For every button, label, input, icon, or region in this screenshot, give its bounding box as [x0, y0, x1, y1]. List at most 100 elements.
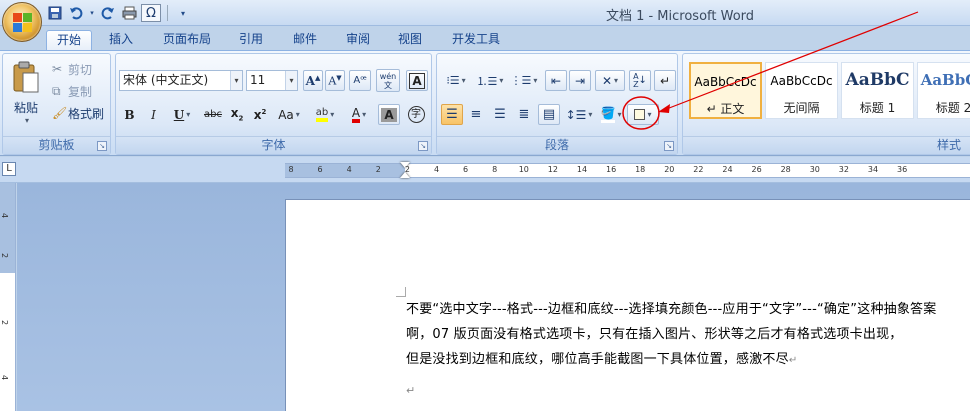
font-color-button[interactable]: A ▾	[344, 104, 374, 125]
cut-button[interactable]: ✂ 剪切	[51, 60, 107, 78]
bullets-icon: ⁝☰	[446, 74, 460, 87]
italic-button[interactable]: I	[143, 104, 164, 125]
highlight-button[interactable]: ab ▾	[309, 104, 341, 125]
bold-button[interactable]: B	[119, 104, 140, 125]
tab-home[interactable]: 开始	[46, 30, 92, 51]
paragraph-launcher-icon[interactable]: ↘	[664, 141, 674, 151]
scissors-icon: ✂	[52, 62, 63, 76]
superscript-button[interactable]: x2	[250, 104, 270, 125]
vertical-ruler-tick-label: 2	[0, 252, 10, 259]
document-line-3: 但是没找到边框和底纹，哪位高手能截图一下具体位置，感激不尽	[406, 352, 789, 367]
ruler-tick-label: 8	[492, 165, 498, 174]
font-color-icon: A	[351, 107, 361, 123]
ruler-tick-label: 32	[838, 165, 849, 174]
font-size-value: 11	[250, 73, 266, 87]
ruler-row: L 8 6 4 2 2 4 6 8 10 12 14 16 18 20 22 24 26 28 30 32 34 36	[0, 157, 970, 183]
ruler-tick-label: 20	[664, 165, 675, 174]
decrease-indent-button[interactable]: ⇤	[545, 70, 567, 91]
tab-selector-icon[interactable]: L	[2, 162, 16, 176]
font-name-value: 宋体 (中文正文)	[123, 73, 209, 87]
style-heading-2[interactable]: AaBbCc 标题 2	[917, 62, 970, 119]
office-button[interactable]	[2, 2, 42, 42]
show-marks-button[interactable]: ↵	[654, 70, 676, 91]
style-sample-heading-1: AaBbC	[845, 70, 910, 90]
shrink-font-button[interactable]: A▼	[325, 70, 345, 91]
copy-button[interactable]: ⧉ 复制	[51, 82, 107, 100]
style-normal[interactable]: AaBbCcDc ↵ 正文	[689, 62, 762, 119]
line-spacing-button[interactable]: ↕☰ ▾	[563, 104, 595, 125]
ruler-tick-label: 24	[722, 165, 733, 174]
strikethrough-button[interactable]: abc	[201, 104, 225, 125]
phonetic-guide-button[interactable]: wén 文	[376, 69, 400, 92]
align-center-button[interactable]: ≡	[465, 104, 487, 125]
grow-font-icon: A▲	[305, 73, 321, 88]
empty-paragraph-mark: ↵	[406, 384, 416, 397]
align-left-button[interactable]: ☰	[441, 104, 463, 125]
grow-font-button[interactable]: A▲	[303, 70, 323, 91]
format-painter-button[interactable]: 🖌 格式刷	[51, 104, 109, 122]
document-line-1: 不要“选中文字---格式---边框和底纹---选择填充颜色---应用于“文字”-…	[406, 302, 937, 317]
ruler-tick-label: 2	[375, 165, 381, 174]
font-name-dropdown-icon[interactable]: ▾	[230, 71, 242, 90]
tab-page-layout[interactable]: 页面布局	[152, 30, 222, 50]
numbering-icon: ⒈☰	[476, 74, 498, 88]
underline-dropdown-icon: ▾	[186, 110, 191, 119]
ruler-tick-label: 18	[635, 165, 646, 174]
vertical-ruler[interactable]: 4 2 2 4	[0, 183, 16, 411]
vertical-ruler-tick-label: 4	[0, 374, 10, 381]
sort-button[interactable]: A Z ↓	[629, 70, 651, 91]
line-spacing-dropdown-icon: ▾	[588, 110, 593, 119]
style-no-spacing[interactable]: AaBbCcDc 无间隔	[765, 62, 838, 119]
numbering-button[interactable]: ⒈☰ ▾	[475, 70, 505, 91]
tab-view[interactable]: 视图	[389, 30, 431, 50]
character-shading-button[interactable]: A	[378, 104, 400, 125]
increase-indent-icon: ⇥	[574, 73, 586, 88]
change-case-button[interactable]: Aa ▾	[273, 104, 305, 125]
shrink-font-icon: A▼	[328, 73, 342, 88]
decrease-indent-icon: ⇤	[550, 73, 562, 88]
borders-dropdown-icon: ▾	[647, 110, 652, 119]
ruler-tick-label: 28	[780, 165, 791, 174]
font-size-select[interactable]: 11 ▾	[246, 70, 298, 91]
increase-indent-button[interactable]: ⇥	[569, 70, 591, 91]
document-body[interactable]: 不要“选中文字---格式---边框和底纹---选择填充颜色---应用于“文字”-…	[406, 297, 951, 373]
tab-review[interactable]: 审阅	[337, 30, 379, 50]
chinese-layout-button[interactable]: ✕ ▾	[595, 70, 625, 91]
multilevel-list-button[interactable]: ⋮☰ ▾	[509, 70, 539, 91]
font-size-dropdown-icon[interactable]: ▾	[285, 71, 297, 90]
tab-mailings[interactable]: 邮件	[284, 30, 326, 50]
align-right-button[interactable]: ☰	[489, 104, 511, 125]
bullets-button[interactable]: ⁝☰ ▾	[441, 70, 471, 91]
font-name-select[interactable]: 宋体 (中文正文) ▾	[119, 70, 243, 91]
margin-corner-mark	[396, 287, 406, 297]
borders-button[interactable]: ▾	[627, 104, 659, 125]
clear-format-button[interactable]: Aꟹ	[349, 70, 371, 91]
style-name-no-spacing: 无间隔	[783, 101, 820, 115]
justify-button[interactable]: ≣	[513, 104, 535, 125]
underline-button[interactable]: U ▾	[167, 104, 197, 125]
superscript-icon: x2	[253, 107, 267, 122]
shading-button[interactable]: 🪣 ▾	[597, 104, 625, 125]
highlight-icon: ab	[315, 107, 329, 122]
distributed-button[interactable]: ▤	[538, 104, 560, 125]
ruler-tick-label: 26	[751, 165, 762, 174]
tab-references[interactable]: 引用	[230, 30, 272, 50]
change-case-icon: Aa	[278, 107, 294, 122]
subscript-button[interactable]: x2	[227, 104, 247, 125]
font-launcher-icon[interactable]: ↘	[418, 141, 428, 151]
ruler-tick-label: 2	[404, 165, 410, 174]
multilevel-list-dropdown-icon: ▾	[533, 76, 538, 85]
underline-icon: U	[173, 107, 185, 122]
style-name-heading-2: 标题 2	[935, 101, 970, 115]
horizontal-ruler[interactable]: 8 6 4 2 2 4 6 8 10 12 14 16 18 20 22 24 26 28 30 32 34 36	[285, 162, 970, 178]
phonetic-guide-icon: wén 文	[379, 71, 397, 90]
style-heading-1[interactable]: AaBbC 标题 1	[841, 62, 914, 119]
tab-insert[interactable]: 插入	[100, 30, 142, 50]
format-painter-label: 格式刷	[68, 106, 105, 121]
clipboard-launcher-icon[interactable]: ↘	[97, 141, 107, 151]
character-border-button[interactable]: A	[406, 70, 428, 91]
paste-dropdown-icon: ▾	[24, 116, 29, 125]
tab-developer[interactable]: 开发工具	[443, 30, 509, 50]
paste-button[interactable]: 粘贴 ▾	[6, 58, 46, 128]
enclose-characters-button[interactable]: 字	[405, 104, 427, 125]
